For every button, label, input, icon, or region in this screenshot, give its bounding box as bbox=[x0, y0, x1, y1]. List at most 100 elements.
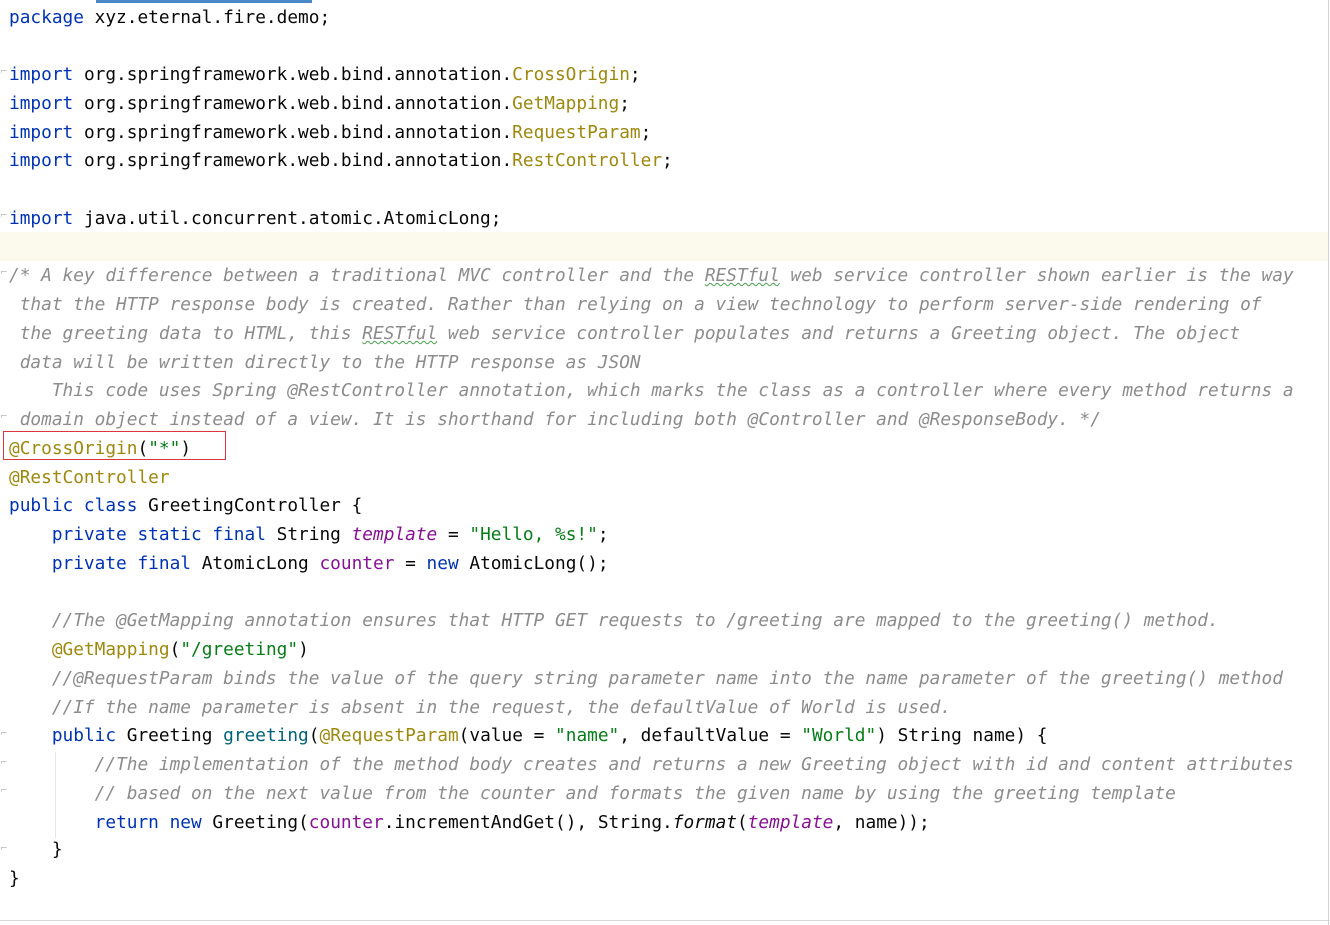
code-line-return[interactable]: return new Greeting(counter.incrementAnd… bbox=[9, 808, 930, 837]
code-line-import[interactable]: import org.springframework.web.bind.anno… bbox=[9, 118, 651, 147]
type-name: Greeting bbox=[116, 725, 224, 746]
code-line-field-counter[interactable]: private final AtomicLong counter = new A… bbox=[9, 549, 609, 578]
field-name: counter bbox=[319, 553, 395, 574]
import-class: CrossOrigin bbox=[512, 64, 630, 85]
semicolon: ; bbox=[597, 524, 609, 545]
code-line-method-close[interactable]: } bbox=[9, 835, 63, 864]
operator: = bbox=[437, 524, 470, 545]
keyword: public class bbox=[9, 495, 138, 516]
keyword: import bbox=[9, 150, 74, 171]
semicolon: ; bbox=[619, 93, 630, 114]
argument-text: (value = bbox=[458, 725, 556, 746]
constructor-call: AtomicLong(); bbox=[458, 553, 609, 574]
fold-marker-icon[interactable]: ⌐ bbox=[0, 758, 8, 768]
argument-text: ) String name) { bbox=[876, 725, 1048, 746]
keyword: package bbox=[9, 7, 84, 28]
comment-text: //If the name parameter is absent in the… bbox=[9, 697, 952, 718]
code-line-comment[interactable]: //The implementation of the method body … bbox=[9, 750, 1294, 779]
code-line-import[interactable]: import org.springframework.web.bind.anno… bbox=[9, 89, 630, 118]
string-literal: "name" bbox=[555, 725, 620, 746]
import-path: java.util.concurrent.atomic.AtomicLong; bbox=[73, 208, 502, 229]
code-line-comment[interactable]: //The @GetMapping annotation ensures tha… bbox=[9, 606, 1219, 635]
keyword: new bbox=[426, 553, 459, 574]
code-line-comment[interactable]: /* A key difference between a traditiona… bbox=[9, 261, 1294, 290]
import-path: org.springframework.web.bind.annotation. bbox=[73, 64, 513, 85]
comment-text: that the HTTP response body is created. … bbox=[9, 294, 1262, 315]
code-line-rest-controller[interactable]: @RestController bbox=[9, 463, 170, 492]
field-name: template bbox=[351, 524, 438, 545]
code-line-comment[interactable]: // based on the next value from the coun… bbox=[9, 779, 1176, 808]
code-line-comment[interactable]: //If the name parameter is absent in the… bbox=[9, 693, 951, 722]
package-name: xyz.eternal.fire.demo; bbox=[83, 7, 331, 28]
keyword: private static final bbox=[9, 524, 266, 545]
fold-marker-icon[interactable]: ⌐ bbox=[0, 729, 8, 739]
code-line-package[interactable]: package xyz.eternal.fire.demo; bbox=[9, 3, 330, 32]
field-name: template bbox=[747, 812, 834, 833]
fold-marker-icon[interactable]: ⌐ bbox=[0, 412, 8, 422]
keyword: private final bbox=[9, 553, 191, 574]
import-class: GetMapping bbox=[512, 93, 620, 114]
import-class: RequestParam bbox=[512, 122, 641, 143]
paren: ( bbox=[169, 639, 181, 660]
fold-marker-icon[interactable]: ⌐ bbox=[0, 67, 8, 77]
argument-text: , defaultValue = bbox=[619, 725, 802, 746]
code-line-field-template[interactable]: private static final String template = "… bbox=[9, 520, 609, 549]
selection-highlight-box bbox=[3, 431, 226, 460]
comment-text: web service controller populates and ret… bbox=[437, 323, 1241, 344]
keyword: return new bbox=[94, 812, 202, 833]
code-line-comment[interactable]: //@RequestParam binds the value of the q… bbox=[9, 664, 1283, 693]
annotation: @RequestParam bbox=[319, 725, 459, 746]
fold-marker-icon[interactable]: ⌐ bbox=[0, 211, 8, 221]
method-call: .incrementAndGet(), String. bbox=[383, 812, 673, 833]
code-line-class-declaration[interactable]: public class GreetingController { bbox=[9, 491, 362, 520]
code-line-class-close[interactable]: } bbox=[9, 864, 20, 893]
comment-text: data will be written directly to the HTT… bbox=[9, 352, 641, 373]
comment-text: This code uses Spring @RestController an… bbox=[9, 380, 1294, 401]
keyword: import bbox=[9, 93, 74, 114]
class-name: GreetingController { bbox=[137, 495, 363, 516]
field-name: counter bbox=[308, 812, 384, 833]
comment-text: RESTful bbox=[704, 265, 780, 286]
code-line-import[interactable]: import org.springframework.web.bind.anno… bbox=[9, 146, 673, 175]
code-line-comment[interactable]: This code uses Spring @RestController an… bbox=[9, 376, 1294, 405]
semicolon: ; bbox=[629, 64, 641, 85]
code-line-import[interactable]: import org.springframework.web.bind.anno… bbox=[9, 60, 641, 89]
comment-text: domain object instead of a view. It is s… bbox=[9, 409, 1101, 430]
code-line-method-signature[interactable]: public Greeting greeting(@RequestParam(v… bbox=[9, 721, 1048, 750]
method-name: format bbox=[672, 812, 737, 833]
comment-text: // based on the next value from the coun… bbox=[9, 783, 1176, 804]
annotation: @GetMapping bbox=[51, 639, 170, 660]
closing-brace: } bbox=[9, 839, 63, 860]
import-path: org.springframework.web.bind.annotation. bbox=[73, 122, 513, 143]
code-line-comment[interactable]: data will be written directly to the HTT… bbox=[9, 348, 641, 377]
comment-text: /* A key difference between a traditiona… bbox=[9, 265, 705, 286]
code-line-comment[interactable]: that the HTTP response body is created. … bbox=[9, 290, 1262, 319]
editor-bottom-border bbox=[0, 920, 1330, 921]
semicolon: ; bbox=[662, 150, 673, 171]
string-literal: "World" bbox=[801, 725, 877, 746]
string-literal: "Hello, %s!" bbox=[469, 524, 598, 545]
code-editor[interactable]: ⌐ ⌐ ⌐ ⌐ ⌐ ⌐ ⌐ ⌐ package xyz.eternal.fire… bbox=[0, 0, 1330, 925]
string-literal: "/greeting" bbox=[180, 639, 299, 660]
type-name: String bbox=[265, 524, 352, 545]
code-line-import[interactable]: import java.util.concurrent.atomic.Atomi… bbox=[9, 204, 501, 233]
comment-text: the greeting data to HTML, this bbox=[9, 323, 363, 344]
keyword: public bbox=[51, 725, 117, 746]
fold-marker-icon[interactable]: ⌐ bbox=[0, 786, 8, 796]
semicolon: ; bbox=[640, 122, 652, 143]
caret-row-highlight bbox=[0, 232, 1328, 261]
keyword: import bbox=[9, 122, 74, 143]
code-line-comment[interactable]: domain object instead of a view. It is s… bbox=[9, 405, 1101, 434]
comment-text: //The @GetMapping annotation ensures tha… bbox=[9, 610, 1219, 631]
fold-marker-icon[interactable]: ⌐ bbox=[0, 844, 8, 854]
method-name: greeting bbox=[223, 725, 309, 746]
comment-text: //The implementation of the method body … bbox=[9, 754, 1294, 775]
code-line-comment[interactable]: the greeting data to HTML, this RESTful … bbox=[9, 319, 1240, 348]
code-line-get-mapping[interactable]: @GetMapping("/greeting") bbox=[9, 635, 309, 664]
fold-marker-icon[interactable]: ⌐ bbox=[0, 268, 8, 278]
comment-text: //@RequestParam binds the value of the q… bbox=[9, 668, 1283, 689]
constructor-call: Greeting( bbox=[201, 812, 309, 833]
argument-text: , name)); bbox=[833, 812, 930, 833]
